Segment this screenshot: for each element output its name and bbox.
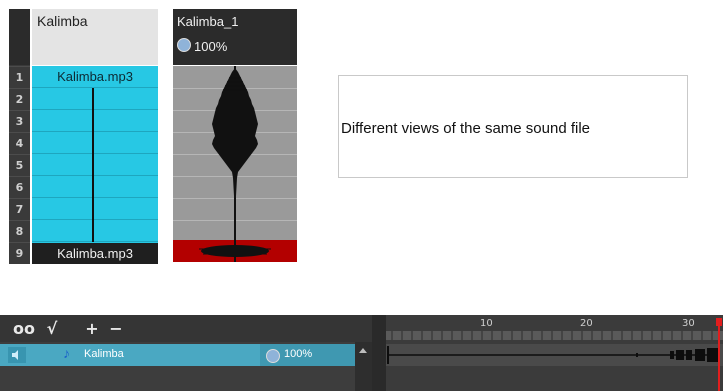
row-number: 1: [9, 66, 30, 87]
column-header-kalimba-1[interactable]: Kalimba_1 100%: [173, 9, 297, 65]
row-number: 7: [9, 198, 30, 219]
row-number: 9: [9, 242, 30, 263]
timeline-toolbar: oo √ + −: [0, 315, 372, 342]
row-number: 3: [9, 110, 30, 131]
xsheet-cell[interactable]: [32, 176, 158, 198]
volume-label: 100%: [194, 39, 228, 54]
row-number: 2: [9, 88, 30, 109]
xsheet-cell[interactable]: [32, 220, 158, 242]
sound-note-icon: ♪: [63, 345, 70, 361]
layer-name: Kalimba: [84, 348, 124, 360]
waveform-end-burst: [201, 245, 269, 257]
row-number-gutter: 1 2 3 4 5 6 7 8 9: [9, 9, 30, 264]
xsheet-cell[interactable]: [32, 198, 158, 220]
column-header-label: Kalimba_1: [177, 14, 239, 29]
column-header-label: Kalimba: [37, 13, 88, 29]
row-number: 5: [9, 154, 30, 175]
row-number: 4: [9, 132, 30, 153]
playhead-handle[interactable]: [716, 318, 722, 326]
speaker-icon-graphic: [12, 350, 18, 360]
row-number: 6: [9, 176, 30, 197]
ruler-label: 10: [480, 318, 493, 329]
scroll-up-arrow-icon[interactable]: [359, 348, 367, 353]
layer-properties-button[interactable]: √: [42, 315, 62, 342]
frame-ruler[interactable]: [386, 331, 723, 340]
hold-line: [92, 88, 94, 242]
xsheet-cell[interactable]: [32, 154, 158, 176]
sound-column-cells[interactable]: Kalimba.mp3: [32, 66, 158, 262]
waveform-graphic: [199, 66, 271, 262]
remove-layer-button[interactable]: −: [106, 315, 126, 342]
volume-indicator: 100%: [177, 38, 227, 54]
layer-scrollbar[interactable]: [355, 342, 372, 391]
layer-volume-area[interactable]: 100%: [260, 344, 355, 366]
playhead-line: [718, 326, 720, 391]
onion-skin-button[interactable]: oo: [13, 315, 35, 342]
layer-volume-label: 100%: [284, 348, 313, 360]
cell-label: Kalimba.mp3: [57, 246, 133, 261]
sound-globe-icon: [266, 349, 280, 363]
xsheet-cell[interactable]: Kalimba.mp3: [32, 66, 158, 88]
xsheet-cell-selected[interactable]: Kalimba.mp3: [32, 243, 158, 264]
panel-divider[interactable]: [372, 315, 386, 391]
sound-globe-icon: [177, 38, 191, 52]
add-layer-button[interactable]: +: [82, 315, 102, 342]
xsheet-cell[interactable]: [32, 88, 158, 110]
ruler-label: 20: [580, 318, 593, 329]
waveform-shape: [212, 68, 258, 242]
sound-layer-frames[interactable]: [386, 344, 723, 366]
column-header-kalimba[interactable]: Kalimba: [32, 9, 158, 65]
row-number: 8: [9, 220, 30, 241]
caption-text: Different views of the same sound file: [341, 120, 591, 137]
speaker-icon[interactable]: [8, 347, 26, 363]
cell-label: Kalimba.mp3: [57, 69, 133, 84]
caption-box: Different views of the same sound file: [338, 75, 688, 178]
ruler-label: 30: [682, 318, 695, 329]
xsheet-cell[interactable]: [32, 132, 158, 154]
row-number-header: [9, 9, 30, 65]
xsheet-cell[interactable]: [32, 110, 158, 132]
layer-row-kalimba[interactable]: ♪ Kalimba 100%: [0, 344, 355, 366]
